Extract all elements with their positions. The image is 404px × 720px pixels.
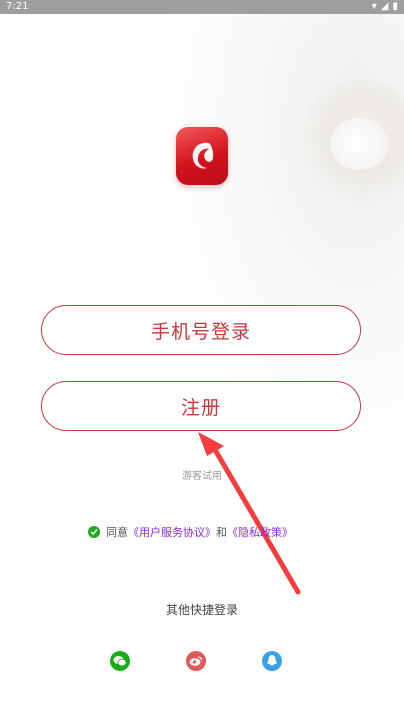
agree-prefix: 同意 — [106, 526, 128, 539]
weibo-login-button[interactable] — [186, 651, 206, 671]
qq-login-button[interactable] — [262, 651, 282, 671]
agree-checkbox[interactable] — [88, 526, 100, 538]
weibo-icon — [189, 656, 203, 666]
privacy-policy-link[interactable]: 《隐私政策》 — [227, 524, 293, 540]
check-icon — [90, 529, 98, 536]
agreement-row: 同意 《用户服务协议》 和 《隐私政策》 — [88, 524, 293, 540]
qq-icon — [267, 655, 277, 666]
user-agreement-link[interactable]: 《用户服务协议》 — [128, 524, 216, 540]
other-login-title: 其他快捷登录 — [165, 603, 238, 617]
agree-conjunction: 和 — [216, 526, 227, 539]
wechat-login-button[interactable] — [110, 651, 130, 671]
wechat-icon — [113, 656, 127, 667]
